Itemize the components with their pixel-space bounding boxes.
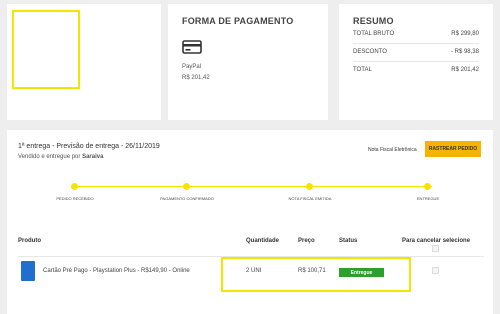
order-title: 1ª entrega - Previsão de entrega - 26/11… xyxy=(18,143,160,150)
order-seller-line: Vendido e entregue por Saraiva xyxy=(18,154,103,160)
column-header-product: Produto xyxy=(18,238,41,244)
payment-title: FORMA DE PAGAMENTO xyxy=(182,16,294,26)
summary-row-total: TOTAL R$ 201,42 xyxy=(353,62,479,79)
placeholder-card xyxy=(7,4,161,120)
column-header-cancel: Para cancelar selecione xyxy=(402,238,471,244)
timeline-step-label: PEDIDO RECEBIDO xyxy=(56,196,94,201)
summary-row-gross: TOTAL BRUTO R$ 299,80 xyxy=(353,26,479,44)
column-header-price: Preço xyxy=(298,238,315,244)
product-name[interactable]: Cartão Pré Pago - Playstation Plus - R$1… xyxy=(43,268,190,274)
seller-prefix: Vendido e entregue por xyxy=(18,154,83,160)
highlight-box-row xyxy=(221,257,411,292)
summary-card: RESUMO TOTAL BRUTO R$ 299,80 DESCONTO - … xyxy=(339,4,493,120)
summary-label: TOTAL BRUTO xyxy=(353,31,395,37)
timeline-step-label: PAGAMENTO CONFIRMADO xyxy=(160,196,214,201)
summary-value: R$ 201,42 xyxy=(451,67,479,73)
cancel-item-checkbox[interactable] xyxy=(432,267,439,274)
summary-row-discount: DESCONTO - R$ 98,38 xyxy=(353,44,479,62)
summary-value: - R$ 98,38 xyxy=(450,49,479,55)
column-header-quantity: Quantidade xyxy=(246,238,280,244)
highlight-box-image xyxy=(12,10,80,89)
select-all-checkbox[interactable] xyxy=(432,245,439,252)
timeline-dot-payment xyxy=(183,183,190,190)
order-card: 1ª entrega - Previsão de entrega - 26/11… xyxy=(7,130,493,314)
credit-card-icon xyxy=(182,40,202,54)
invoice-link[interactable]: Nota Fiscal Eletrônica xyxy=(368,147,417,153)
timeline-dot-invoice xyxy=(306,183,313,190)
timeline-step-label: ENTREGUE xyxy=(416,196,440,201)
timeline-step-label: NOTA FISCAL EMITIDA xyxy=(288,196,332,201)
summary-label: DESCONTO xyxy=(353,49,387,55)
timeline-dot-received xyxy=(71,183,78,190)
seller-name: Saraiva xyxy=(82,154,104,160)
summary-label: TOTAL xyxy=(353,67,372,73)
timeline-line xyxy=(71,186,432,187)
timeline-dot-delivered xyxy=(424,183,431,190)
track-order-button[interactable]: RASTREAR PEDIDO xyxy=(425,141,481,157)
column-header-status: Status xyxy=(339,238,358,244)
summary-value: R$ 299,80 xyxy=(451,31,479,37)
payment-card: FORMA DE PAGAMENTO PayPal R$ 201,42 xyxy=(168,4,328,120)
product-thumbnail xyxy=(21,261,35,281)
payment-method: PayPal xyxy=(182,64,202,70)
payment-amount: R$ 201,42 xyxy=(182,75,210,81)
summary-title: RESUMO xyxy=(353,16,394,26)
